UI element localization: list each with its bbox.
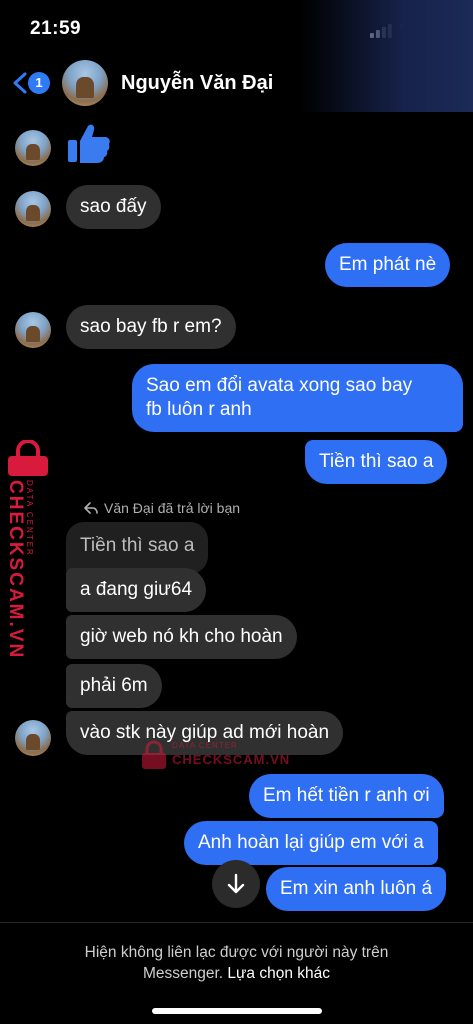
notice-line2: Messenger. bbox=[142, 965, 224, 982]
lock-icon bbox=[142, 740, 166, 769]
scroll-down-button[interactable] bbox=[212, 860, 260, 908]
incoming-message[interactable]: sao đấy bbox=[66, 185, 161, 229]
arrow-down-icon bbox=[227, 873, 245, 894]
outgoing-message[interactable]: Sao em đổi avata xong sao bay fb luôn r … bbox=[132, 364, 463, 432]
side-watermark: DATA CENTER CHECKSCAM.VN bbox=[4, 440, 54, 659]
avatar[interactable] bbox=[15, 312, 51, 348]
notice-line1: Hiện không liên lạc được với người này t… bbox=[84, 944, 389, 961]
incoming-message[interactable]: giờ web nó kh cho hoàn bbox=[66, 615, 297, 659]
message-line: Sao em đổi avata xong sao bay bbox=[146, 375, 413, 396]
contact-name[interactable]: Nguyễn Văn Đại bbox=[121, 72, 273, 95]
reply-arrow-icon bbox=[84, 502, 98, 514]
incoming-message[interactable]: sao bay fb r em? bbox=[66, 305, 236, 349]
unavailable-notice: Hiện không liên lạc được với người này t… bbox=[30, 942, 443, 984]
avatar[interactable] bbox=[15, 720, 51, 756]
footer-divider bbox=[0, 922, 473, 923]
reply-label: Văn Đại đã trả lời bạn bbox=[104, 500, 241, 516]
other-options-link[interactable]: Lựa chọn khác bbox=[227, 965, 330, 982]
watermark-logo: DATA CENTER CHECKSCAM.VN bbox=[140, 738, 289, 772]
thumbs-up-icon bbox=[68, 124, 110, 163]
avatar[interactable] bbox=[15, 191, 51, 227]
outgoing-message[interactable]: Tiền thì sao a bbox=[305, 440, 448, 484]
incoming-message[interactable]: phải 6m bbox=[66, 664, 162, 708]
outgoing-message[interactable]: Em xin anh luôn á bbox=[266, 867, 447, 911]
watermark-sub: DATA CENTER bbox=[25, 480, 34, 557]
outgoing-message[interactable]: Em phát nè bbox=[325, 243, 451, 287]
watermark-sub: DATA CENTER bbox=[172, 741, 238, 750]
quoted-message[interactable]: Tiền thì sao a bbox=[66, 522, 209, 574]
incoming-message[interactable]: a đang giư64 bbox=[66, 568, 207, 612]
home-indicator[interactable] bbox=[152, 1008, 322, 1014]
message-line: fb luôn r anh bbox=[146, 399, 252, 420]
watermark-brand: CHECKSCAM.VN bbox=[172, 752, 291, 767]
lock-icon bbox=[8, 440, 48, 476]
avatar[interactable] bbox=[15, 130, 51, 166]
header-glow bbox=[300, 0, 473, 112]
unread-count-badge[interactable]: 1 bbox=[28, 72, 50, 94]
contact-avatar[interactable] bbox=[62, 60, 108, 106]
outgoing-message[interactable]: Anh hoàn lại giúp em với a bbox=[184, 821, 438, 865]
outgoing-message[interactable]: Em hết tiền r anh ơi bbox=[249, 774, 444, 818]
status-time: 21:59 bbox=[30, 18, 82, 39]
watermark-brand: CHECKSCAM.VN bbox=[5, 480, 26, 660]
